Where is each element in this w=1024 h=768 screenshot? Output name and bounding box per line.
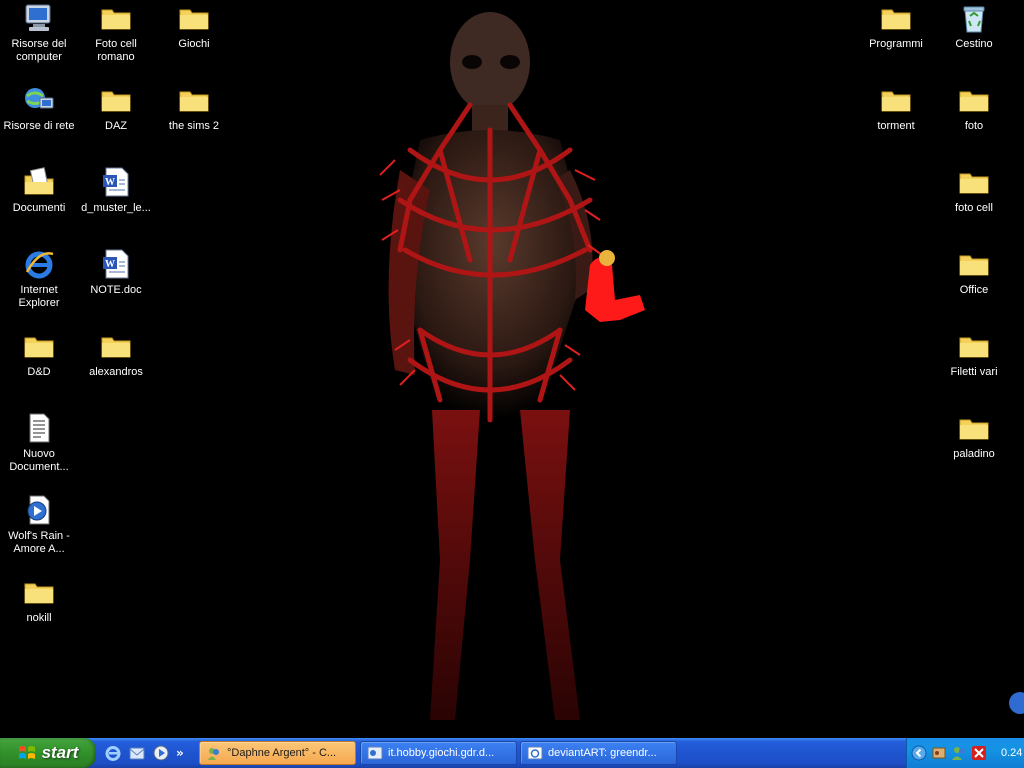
desktop-icon-label: Filetti vari [950,366,998,378]
desktop-icon-label: Cestino [955,38,993,50]
word-document-icon: W [103,167,129,197]
folder-icon [179,9,209,30]
desktop-icon-nuovo-documento[interactable]: Nuovo Document... [0,412,78,474]
network-places-icon [25,88,54,109]
desktop-icon-label: torment [877,120,915,132]
desktop-icon-label: Foto cell romano [95,38,137,63]
folder-icon [24,337,54,358]
newsgroup-icon [367,746,383,760]
desktop-icon-label: Documenti [12,202,66,214]
desktop-icon-risorse-del-computer[interactable]: Risorse del computer [0,2,78,64]
folder-icon [101,337,131,358]
taskbar-button-label: it.hobby.giochi.gdr.d... [388,747,495,759]
desktop-icon-wolfs-rain[interactable]: Wolf's Rain - Amore A... [0,494,78,556]
chevron-left-icon[interactable] [911,745,927,761]
folder-icon [101,9,131,30]
recycle-bin-icon [963,6,985,33]
desktop-icon-label: D&D [27,366,51,378]
svg-text:W: W [105,259,115,270]
desktop-icon-label: Giochi [178,38,210,50]
windows-logo-icon [18,746,35,759]
media-file-icon [27,495,50,525]
desktop-icon-label: paladino [953,448,995,460]
desktop-icon-label: alexandros [89,366,143,378]
desktop-icon-nokill[interactable]: nokill [0,576,78,625]
browser-window-icon [527,746,543,760]
folder-icon [959,419,989,440]
word-document-icon: W [103,249,129,279]
desktop-icon-label: NOTE.doc [90,284,142,296]
desktop-icon-foto[interactable]: foto [935,84,1013,133]
start-label: start [41,743,79,762]
taskbar-button-label: °Daphne Argent° - C... [227,747,337,759]
desktop-icon-documenti[interactable]: Documenti [0,166,78,215]
folder-icon [881,91,911,112]
internet-explorer-icon [25,251,54,279]
desktop-icon-internet-explorer[interactable]: Internet Explorer [0,248,78,310]
desktop-icon-risorse-di-rete[interactable]: Risorse di rete [0,84,78,133]
folder-icon [179,91,209,112]
desktop-icon-label: nokill [26,612,52,624]
desktop-icon-label: Programmi [869,38,923,50]
taskbar: start » °Daphne Argent° - C... it.hobby.… [0,738,1024,768]
start-button[interactable]: start [0,738,96,768]
program-tray-icon[interactable] [931,745,947,761]
system-tray: 0.24 [906,738,1024,768]
desktop-icon-programmi[interactable]: Programmi [857,2,935,51]
messenger-icon [208,748,219,760]
desktop-icon-foto-cell[interactable]: foto cell [935,166,1013,215]
desktop-icon-label: Risorse di rete [3,120,75,132]
antivirus-icon[interactable] [971,745,987,761]
desktop-icon-label: DAZ [105,120,127,132]
desktop-icon-label: Nuovo Document... [9,448,69,473]
desktop-icon-label: Internet Explorer [18,284,60,309]
quick-launch-more-button[interactable]: » [176,746,184,760]
desktop-icon-label: Office [959,284,989,296]
taskbar-button-daphne-argent[interactable]: °Daphne Argent° - C... [199,741,356,765]
taskbar-button-deviantart[interactable]: deviantART: greendr... [520,741,677,765]
folder-icon [881,9,911,30]
desktop-icon-office[interactable]: Office [935,248,1013,297]
folder-icon [959,91,989,112]
desktop-icon-label: d_muster_le... [81,202,151,214]
taskbar-button-label: deviantART: greendr... [548,747,657,759]
desktop-icon-label: the sims 2 [168,120,220,132]
my-computer-icon [25,4,51,31]
folder-icon [24,583,54,604]
folder-icon [959,173,989,194]
messenger-icon[interactable] [951,745,967,761]
quick-launch-bar: » [104,742,184,764]
taskbar-button-newsgroup[interactable]: it.hobby.giochi.gdr.d... [360,741,517,765]
desktop-icon-note-doc[interactable]: W NOTE.doc [77,248,155,297]
desktop[interactable]: Risorse del computer Foto cell romano Gi… [0,0,1024,738]
folder-icon [959,255,989,276]
desktop-icon-cestino[interactable]: Cestino [935,2,1013,51]
desktop-icon-filetti-vari[interactable]: Filetti vari [935,330,1013,379]
svg-text:W: W [105,177,115,188]
desktop-icon-the-sims-2[interactable]: the sims 2 [155,84,233,133]
desktop-icon-label: Wolf's Rain - Amore A... [8,530,70,555]
desktop-icon-paladino[interactable]: paladino [935,412,1013,461]
media-player-icon[interactable] [152,744,170,762]
desktop-icon-alexandros[interactable]: alexandros [77,330,155,379]
desktop-icon-giochi[interactable]: Giochi [155,2,233,51]
desktop-icon-d-and-d[interactable]: D&D [0,330,78,379]
folder-icon [959,337,989,358]
text-document-icon [29,413,50,443]
outlook-express-icon[interactable] [128,744,146,762]
desktop-icon-label: foto cell [955,202,993,214]
desktop-icon-label: foto [964,120,984,132]
folder-icon [101,91,131,112]
clock[interactable]: 0.24 [1001,747,1022,759]
desktop-icon-daz[interactable]: DAZ [77,84,155,133]
desktop-icon-label: Risorse del computer [11,38,67,63]
desktop-icon-torment[interactable]: torment [857,84,935,133]
my-documents-icon [24,167,54,195]
internet-explorer-icon[interactable] [104,744,122,762]
desktop-icon-d-muster-le[interactable]: W d_muster_le... [77,166,155,215]
desktop-icon-foto-cell-romano[interactable]: Foto cell romano [77,2,155,64]
